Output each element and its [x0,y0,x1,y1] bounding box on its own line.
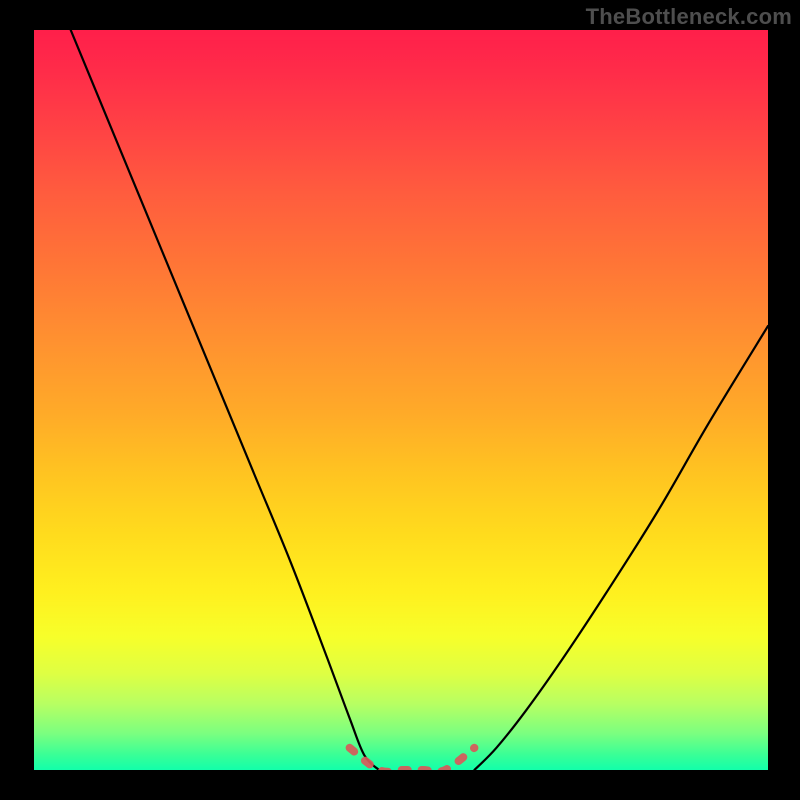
plot-area [34,30,768,770]
watermark-label: TheBottleneck.com [586,4,792,30]
curve-right-branch [474,326,768,770]
chart-frame: TheBottleneck.com [0,0,800,800]
curve-floor-accent [350,748,475,770]
curve-layer [34,30,768,770]
curve-left-branch [71,30,379,770]
